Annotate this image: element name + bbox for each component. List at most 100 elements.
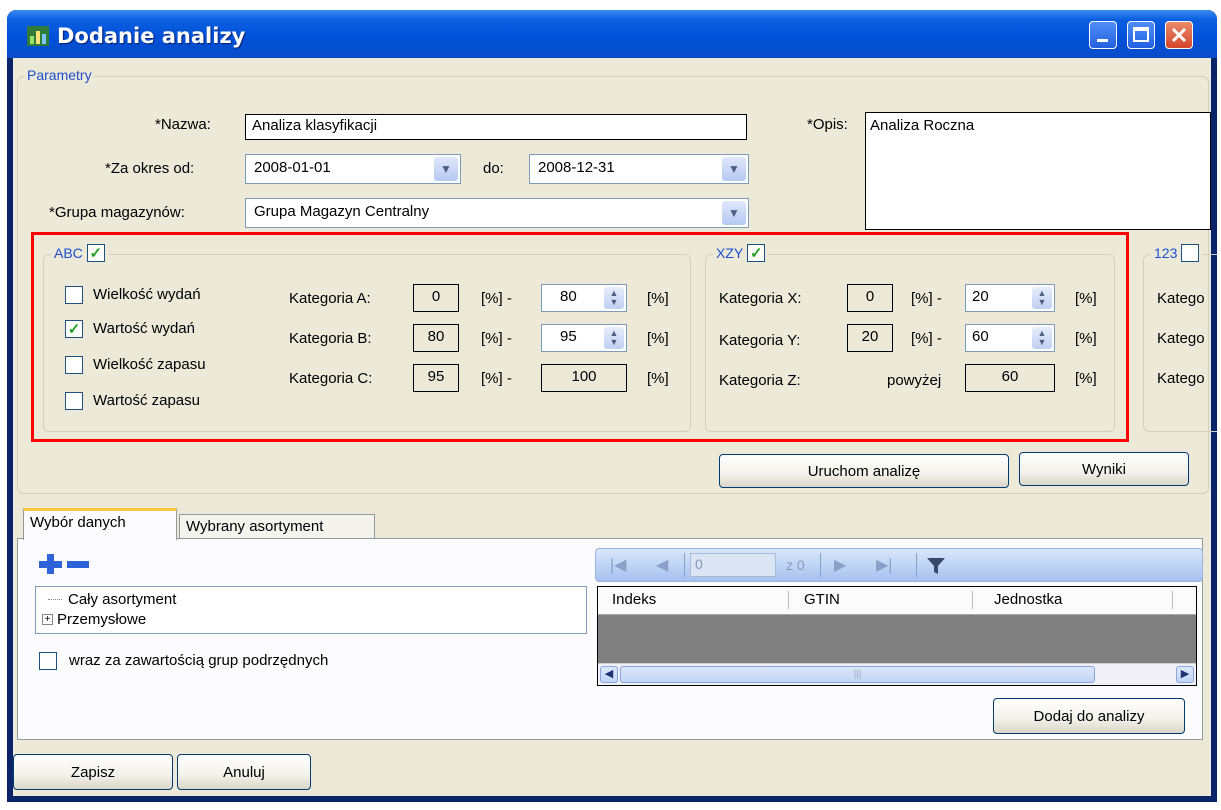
xzy-category-label: Kategoria X: — [719, 290, 802, 307]
first-record-icon[interactable]: |◀ — [610, 555, 626, 575]
xzy-legend-label: XZY — [716, 245, 744, 261]
add-to-analysis-button[interactable]: Dodaj do analizy — [993, 698, 1185, 734]
xzy-from-value: 20 — [847, 324, 893, 352]
xzy-category-label: Kategoria Z: — [719, 372, 801, 389]
abc-to-value: 100 — [541, 364, 627, 392]
spin-arrows-icon[interactable]: ▲ ▼ — [604, 327, 624, 349]
record-navigator: |◀ ◀ 0 z 0 ▶ ▶| — [595, 548, 1203, 582]
prev-record-icon[interactable]: ◀ — [656, 555, 668, 575]
xzy-to-spinner[interactable]: 20 ▲ ▼ — [965, 284, 1055, 312]
spin-arrows-icon[interactable]: ▲ ▼ — [604, 287, 624, 309]
abc-category-label: Kategoria C: — [289, 370, 373, 387]
abc-from-value: 80 — [413, 324, 459, 352]
xzy-enable-checkbox[interactable]: ✓ — [747, 244, 766, 262]
plus-icon[interactable] — [39, 554, 62, 574]
horizontal-scrollbar[interactable]: ◀ ||| ▶ — [598, 663, 1196, 685]
chevron-down-icon[interactable]: ▼ — [722, 157, 746, 181]
name-label: *Nazwa: — [155, 116, 211, 133]
abc-option-label: Wartość wydań — [93, 320, 195, 337]
save-button[interactable]: Zapisz — [13, 754, 173, 790]
grid-header: Indeks GTIN Jednostka — [598, 587, 1196, 615]
pct-label: [%] — [647, 330, 669, 347]
tree-node[interactable]: + Przemysłowe — [42, 611, 146, 628]
pct-dash-label: [%] - — [481, 290, 512, 307]
abc-from-value: 95 — [413, 364, 459, 392]
filter-icon[interactable] — [926, 556, 946, 576]
scroll-right-icon[interactable]: ▶ — [1176, 666, 1194, 683]
warehouse-group-combo[interactable]: Grupa Magazyn Centralny ▼ — [245, 198, 749, 228]
minimize-button[interactable] — [1089, 21, 1117, 49]
assortment-tree[interactable]: Cały asortyment + Przemysłowe — [35, 586, 587, 634]
abc-option-label: Wartość zapasu — [93, 392, 200, 409]
scroll-left-icon[interactable]: ◀ — [600, 666, 618, 683]
run-analysis-button[interactable]: Uruchom analizę — [719, 454, 1009, 488]
position-input[interactable]: 0 — [690, 553, 776, 577]
scroll-thumb[interactable]: ||| — [620, 666, 1095, 683]
abc-to-value: 80 — [560, 288, 577, 305]
abc-option-checkbox[interactable] — [65, 392, 83, 410]
expand-collapse-icons — [39, 554, 89, 574]
abc-option-checkbox[interactable] — [65, 286, 83, 304]
abc-option-checkbox[interactable] — [65, 356, 83, 374]
column-header[interactable]: Jednostka — [994, 591, 1062, 608]
minus-icon[interactable] — [67, 561, 89, 568]
last-record-icon[interactable]: ▶| — [876, 555, 892, 575]
tree-node-label: Cały asortyment — [68, 591, 177, 608]
pct-dash-label: [%] - — [911, 330, 942, 347]
maximize-icon — [1133, 27, 1149, 42]
g123-category-label: Katego — [1157, 370, 1205, 387]
subgroups-label: wraz za zawartością grup podrzędnych — [69, 652, 329, 669]
tree-node[interactable]: Cały asortyment — [48, 591, 176, 608]
abc-option-label: Wielkość wydań — [93, 286, 201, 303]
abc-enable-checkbox[interactable]: ✓ — [86, 244, 105, 262]
xzy-to-spinner[interactable]: 60 ▲ ▼ — [965, 324, 1055, 352]
period-from-value: 2008-01-01 — [254, 159, 331, 176]
subgroups-checkbox[interactable] — [39, 652, 57, 670]
xzy-z-value: 60 — [965, 364, 1055, 392]
xzy-category-label: Kategoria Y: — [719, 332, 801, 349]
xzy-to-value: 20 — [972, 288, 989, 305]
pct-label: [%] — [1075, 330, 1097, 347]
chevron-down-icon[interactable]: ▼ — [722, 201, 746, 225]
spin-arrows-icon[interactable]: ▲ ▼ — [1032, 327, 1052, 349]
period-to-combo[interactable]: 2008-12-31 ▼ — [529, 154, 749, 184]
description-textarea[interactable]: Analiza Roczna — [865, 112, 1211, 230]
column-header[interactable]: GTIN — [804, 591, 840, 608]
description-label: *Opis: — [807, 116, 848, 133]
group-label: *Grupa magazynów: — [49, 204, 185, 221]
abc-to-spinner[interactable]: 95 ▲ ▼ — [541, 324, 627, 352]
tab-data-selection[interactable]: Wybór danych — [23, 508, 177, 540]
period-from-label: *Za okres od: — [105, 160, 195, 177]
title-bar[interactable]: Dodanie analizy — [7, 10, 1217, 58]
xzy-legend: XZY ✓ — [713, 244, 769, 262]
spin-arrows-icon[interactable]: ▲ ▼ — [1032, 287, 1052, 309]
close-button[interactable] — [1165, 21, 1193, 49]
g123-enable-checkbox[interactable] — [1181, 244, 1200, 262]
chevron-down-icon[interactable]: ▼ — [434, 157, 458, 181]
column-header[interactable]: Indeks — [612, 591, 656, 608]
name-input[interactable]: Analiza klasyfikacji — [245, 114, 747, 140]
abc-to-spinner[interactable]: 80 ▲ ▼ — [541, 284, 627, 312]
pct-label: [%] — [1075, 370, 1097, 387]
minimize-icon — [1097, 39, 1108, 42]
expand-node-icon[interactable]: + — [42, 614, 53, 625]
pct-dash-label: [%] - — [481, 330, 512, 347]
pct-dash-label: [%] - — [911, 290, 942, 307]
pct-label: [%] — [647, 370, 669, 387]
abc-legend-label: ABC — [54, 245, 83, 261]
tab-selected-assortment[interactable]: Wybrany asortyment — [179, 514, 375, 538]
results-button[interactable]: Wyniki — [1019, 452, 1189, 486]
period-from-combo[interactable]: 2008-01-01 ▼ — [245, 154, 461, 184]
next-record-icon[interactable]: ▶ — [834, 555, 846, 575]
maximize-button[interactable] — [1127, 21, 1155, 49]
g123-legend-label: 123 — [1154, 245, 1178, 261]
cancel-button[interactable]: Anuluj — [177, 754, 311, 790]
dialog-window: Dodanie analizy Parametry *Nazwa: Analiz… — [7, 10, 1217, 802]
items-grid[interactable]: Indeks GTIN Jednostka ◀ ||| ▶ — [597, 586, 1197, 686]
abc-option-checkbox[interactable]: ✓ — [65, 320, 83, 338]
of-count-label: z 0 — [786, 557, 805, 573]
chart-app-icon — [27, 26, 49, 46]
dialog-client-area: Parametry *Nazwa: Analiza klasyfikacji *… — [13, 58, 1217, 796]
xzy-from-value: 0 — [847, 284, 893, 312]
pct-label: [%] — [1075, 290, 1097, 307]
